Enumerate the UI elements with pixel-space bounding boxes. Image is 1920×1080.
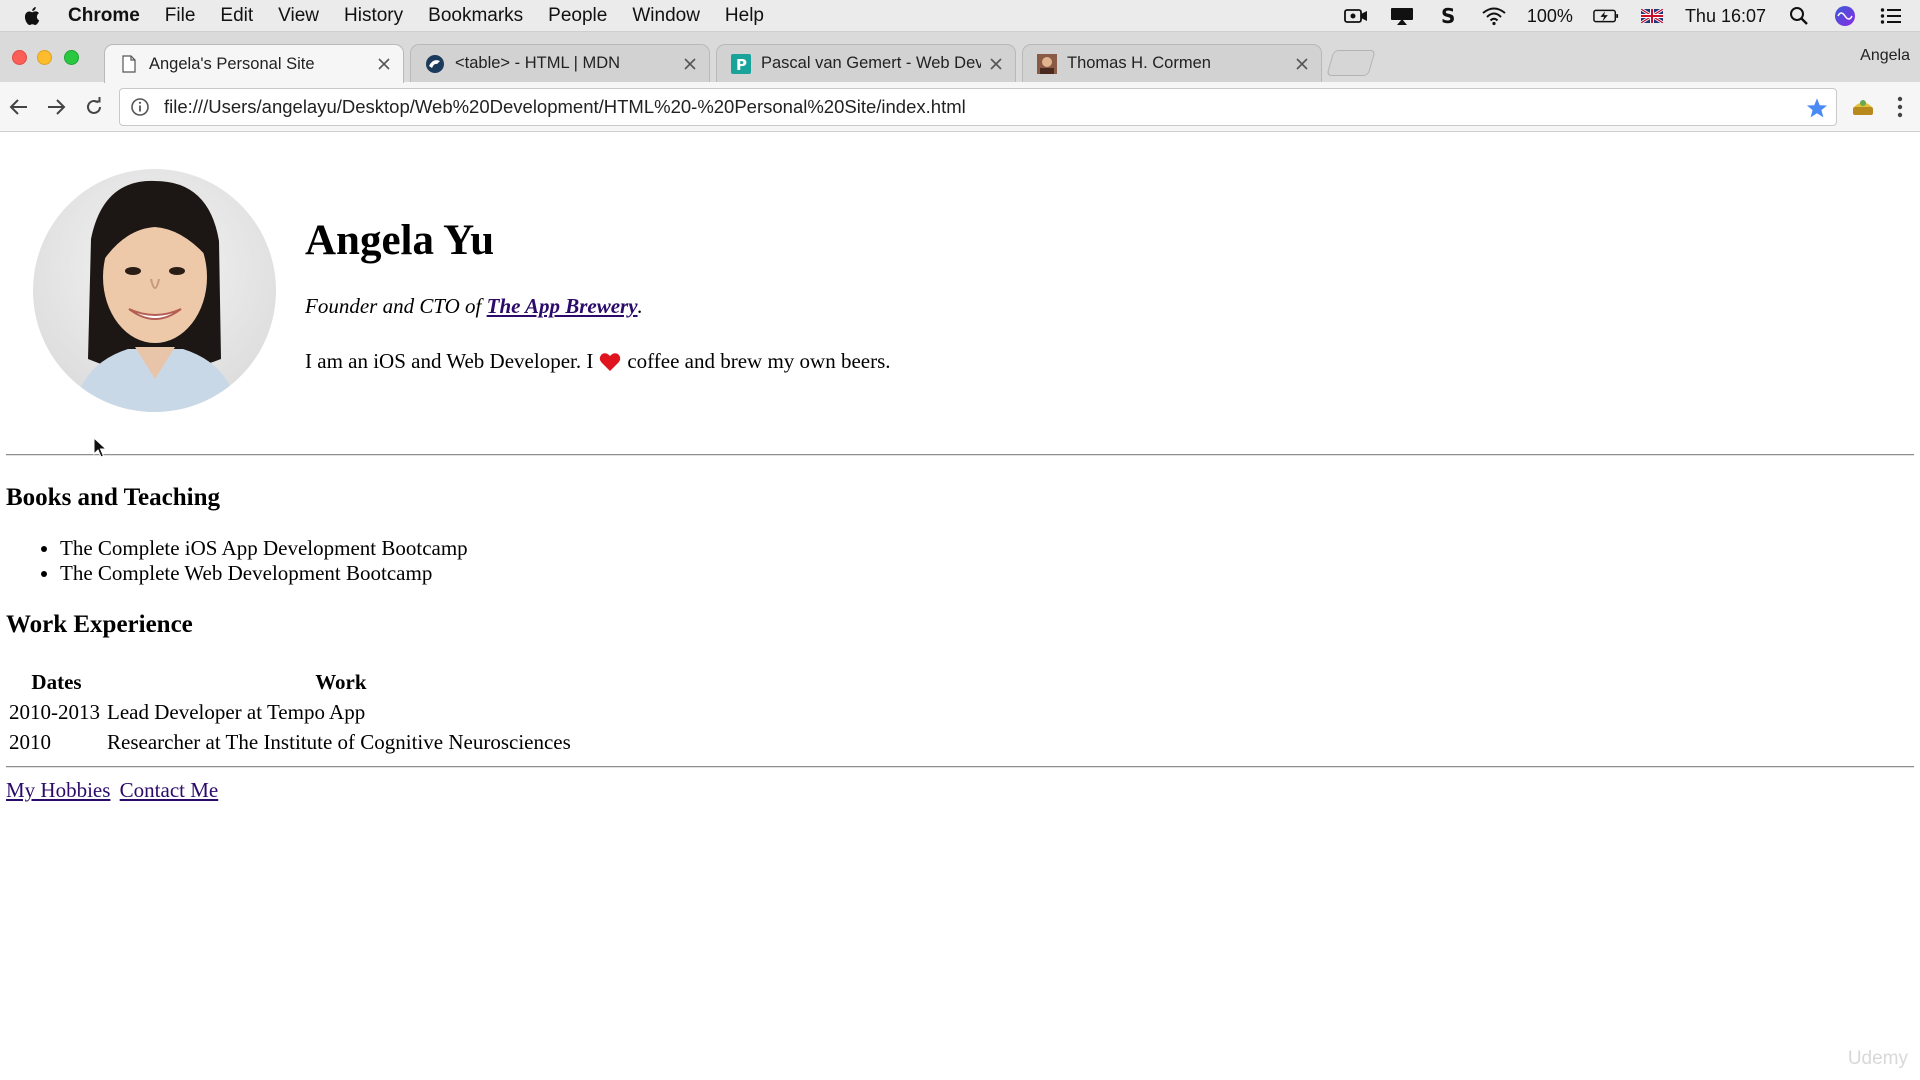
notification-center-icon[interactable] (1878, 5, 1904, 27)
siri-icon[interactable] (1832, 5, 1858, 27)
apple-logo-icon[interactable] (22, 5, 44, 27)
table-cell-date: 2010-2013 (9, 699, 100, 724)
tagline-prefix: Founder and CTO of (305, 294, 487, 318)
web-page-content: Angela Yu Founder and CTO of The App Bre… (0, 132, 1920, 1080)
url-text[interactable]: file:///Users/angelayu/Desktop/Web%20Dev… (164, 96, 966, 118)
menu-people[interactable]: People (548, 5, 607, 27)
bio-text-start: I am an iOS and Web Developer. I (305, 349, 594, 373)
menubar-clock[interactable]: Thu 16:07 (1685, 6, 1766, 27)
list-item: The Complete Web Development Bootcamp (60, 561, 468, 586)
tab-title: Thomas H. Cormen (1067, 54, 1211, 72)
address-bar[interactable]: file:///Users/angelayu/Desktop/Web%20Dev… (119, 88, 1837, 126)
menu-app-chrome[interactable]: Chrome (68, 5, 140, 27)
table-row: 2010 Researcher at The Institute of Cogn… (9, 728, 575, 756)
bio-text-end: coffee and brew my own beers. (627, 349, 891, 373)
tab-angelas-personal-site[interactable]: Angela's Personal Site (104, 44, 404, 83)
menu-bookmarks[interactable]: Bookmarks (428, 5, 523, 27)
battery-percent: 100% (1526, 5, 1573, 26)
tab-pascal-van-gemert[interactable]: P Pascal van Gemert - Web Developer (716, 44, 1016, 82)
tab-table-html-mdn[interactable]: <table> - HTML | MDN (410, 44, 710, 82)
menu-edit[interactable]: Edit (220, 5, 253, 27)
chrome-menu-icon[interactable] (1890, 94, 1910, 120)
window-zoom-button[interactable] (64, 50, 79, 65)
tab-close-icon[interactable] (377, 57, 391, 71)
table-cell-date: 2010 (9, 729, 51, 754)
menu-window[interactable]: Window (632, 5, 700, 27)
tab-thomas-h-cormen[interactable]: Thomas H. Cormen (1022, 44, 1322, 82)
chrome-profile-name[interactable]: Angela (1860, 47, 1910, 65)
page-title-name: Angela Yu (305, 217, 495, 264)
spotlight-search-icon[interactable] (1786, 5, 1812, 27)
tagline: Founder and CTO of The App Brewery. (305, 294, 643, 319)
back-arrow-icon[interactable] (7, 95, 31, 119)
new-tab-button[interactable] (1326, 50, 1376, 76)
airplay-display-icon[interactable] (1389, 5, 1415, 27)
table-cell-work: Researcher at The Institute of Cognitive… (107, 729, 571, 754)
table-header-dates: Dates (31, 669, 82, 694)
skype-s-icon[interactable]: S (1435, 5, 1461, 27)
udemy-watermark: Udemy (1847, 1048, 1908, 1069)
extension-icon[interactable] (1850, 94, 1876, 120)
forward-arrow-icon[interactable] (44, 95, 68, 119)
battery-charging-icon[interactable] (1593, 5, 1619, 27)
menu-view[interactable]: View (278, 5, 319, 27)
table-header-row: Dates Work (9, 668, 575, 696)
heart-icon (600, 352, 621, 371)
chrome-tab-strip: Angela's Personal Site <table> - HTML | … (0, 32, 1920, 83)
bookmark-star-icon[interactable] (1806, 97, 1828, 119)
window-close-button[interactable] (12, 50, 27, 65)
page-icon (119, 54, 139, 74)
work-experience-table: Dates Work 2010-2013 Lead Developer at T… (6, 666, 578, 758)
menu-history[interactable]: History (344, 5, 403, 27)
svg-text:S: S (1441, 5, 1455, 27)
status-area: S 100% Thu 16:07 (1343, 0, 1904, 32)
table-header-work: Work (315, 669, 367, 694)
pascal-p-icon: P (731, 53, 751, 74)
tab-title: Angela's Personal Site (149, 54, 315, 73)
window-minimize-button[interactable] (37, 50, 52, 65)
tab-close-icon[interactable] (1295, 57, 1309, 71)
tab-title: <table> - HTML | MDN (455, 54, 621, 72)
chrome-toolbar: file:///Users/angelayu/Desktop/Web%20Dev… (0, 82, 1920, 132)
wifi-icon[interactable] (1481, 5, 1507, 27)
uk-flag-icon[interactable] (1639, 5, 1665, 27)
work-section-heading: Work Experience (6, 611, 193, 638)
my-hobbies-link[interactable]: My Hobbies (6, 778, 110, 802)
menu-file[interactable]: File (165, 5, 196, 27)
table-cell-work: Lead Developer at Tempo App (107, 699, 366, 724)
horizontal-rule-bottom (6, 766, 1914, 768)
footer-links: My Hobbies Contact Me (6, 778, 222, 803)
reload-icon[interactable] (82, 95, 106, 119)
app-brewery-link[interactable]: The App Brewery (487, 294, 638, 318)
svg-text:P: P (736, 56, 747, 74)
screen-record-icon[interactable] (1343, 5, 1369, 27)
horizontal-rule-top (6, 454, 1914, 456)
tab-close-icon[interactable] (989, 57, 1003, 71)
profile-photo (33, 169, 276, 412)
books-list: The Complete iOS App Development Bootcam… (60, 536, 468, 586)
menu-help[interactable]: Help (725, 5, 764, 27)
cormen-photo-icon (1037, 53, 1057, 74)
books-section-heading: Books and Teaching (6, 484, 220, 511)
macos-menubar: Chrome File Edit View History Bookmarks … (0, 0, 1920, 32)
tagline-suffix: . (637, 294, 643, 318)
info-icon[interactable] (130, 97, 150, 117)
contact-me-link[interactable]: Contact Me (120, 778, 219, 802)
bio-paragraph: I am an iOS and Web Developer. I coffee … (305, 349, 891, 374)
tab-close-icon[interactable] (683, 57, 697, 71)
tab-title: Pascal van Gemert - Web Developer (761, 54, 981, 72)
mouse-cursor-icon (93, 437, 107, 458)
table-row: 2010-2013 Lead Developer at Tempo App (9, 698, 575, 726)
list-item: The Complete iOS App Development Bootcam… (60, 536, 468, 561)
mdn-icon (425, 54, 445, 74)
